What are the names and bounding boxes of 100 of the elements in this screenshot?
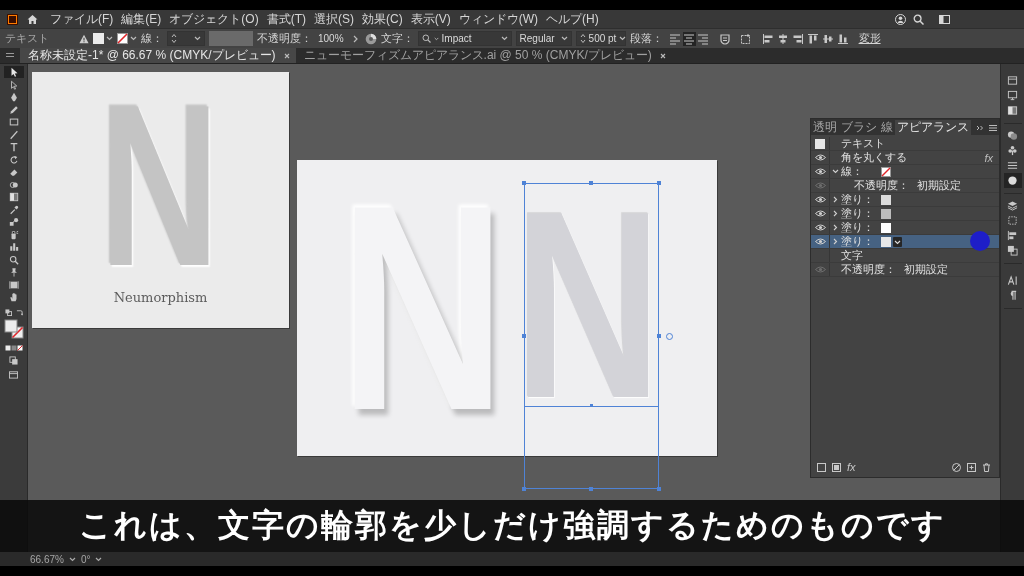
align-vertical-centers-icon[interactable] bbox=[821, 32, 834, 45]
stroke-color-button[interactable] bbox=[117, 32, 137, 45]
menu-icon[interactable] bbox=[989, 125, 997, 131]
resize-handle[interactable] bbox=[657, 181, 661, 185]
eye-icon[interactable] bbox=[814, 224, 826, 231]
close-icon[interactable] bbox=[283, 52, 290, 59]
paragraph-align-button[interactable] bbox=[696, 31, 710, 46]
color-mode-icon[interactable] bbox=[4, 344, 23, 351]
align-bottom-edges-icon[interactable] bbox=[836, 32, 849, 45]
trash-icon[interactable] bbox=[982, 462, 991, 472]
menu-item[interactable]: 編集(E) bbox=[121, 11, 162, 27]
square-outline-icon[interactable] bbox=[817, 462, 826, 472]
appearance-row[interactable]: 線： bbox=[811, 165, 999, 179]
disclosure-chevron-icon[interactable] bbox=[833, 238, 838, 245]
shield-icon[interactable] bbox=[718, 32, 731, 45]
disclosure-chevron-icon[interactable] bbox=[832, 169, 839, 174]
menu-item[interactable]: 選択(S) bbox=[314, 11, 354, 27]
filled-square-icon[interactable] bbox=[832, 462, 841, 472]
fill-swatch-icon[interactable] bbox=[881, 208, 891, 219]
fill-swatch-icon[interactable] bbox=[881, 222, 891, 233]
frame-icon[interactable] bbox=[739, 32, 752, 45]
eye-icon[interactable] bbox=[814, 210, 826, 217]
appearance-row[interactable]: 不透明度： 初期設定 bbox=[811, 179, 999, 193]
panel-tab[interactable]: ブラシ bbox=[839, 120, 879, 135]
effect-fx-button[interactable]: fx bbox=[984, 151, 993, 164]
appearance-row[interactable]: テキスト bbox=[811, 137, 999, 151]
transform-link[interactable]: 変形 bbox=[858, 31, 881, 46]
fill-and-stroke-icon[interactable] bbox=[3, 318, 24, 339]
attribute-value[interactable]: 初期設定 bbox=[904, 262, 948, 277]
eye-icon[interactable] bbox=[814, 168, 826, 175]
screen-mode-icon[interactable] bbox=[9, 369, 18, 379]
caret-icon[interactable] bbox=[68, 556, 76, 562]
caret-icon[interactable] bbox=[95, 556, 103, 562]
dock-button[interactable] bbox=[1003, 173, 1022, 188]
color-wheel-icon[interactable] bbox=[364, 32, 377, 45]
attribute-value[interactable]: 初期設定 bbox=[917, 178, 961, 193]
resize-handle[interactable] bbox=[589, 181, 593, 185]
resize-handle[interactable] bbox=[589, 487, 593, 491]
warning-icon[interactable] bbox=[79, 33, 89, 44]
menu-item[interactable]: ウィンドウ(W) bbox=[458, 11, 538, 27]
resize-handle[interactable] bbox=[657, 334, 661, 338]
appearance-row[interactable]: 塗り： bbox=[811, 235, 999, 249]
align-left-edges-icon[interactable] bbox=[761, 32, 774, 45]
align-top-edges-icon[interactable] bbox=[806, 32, 819, 45]
fill-swatch-icon[interactable] bbox=[881, 194, 891, 205]
panel-grip-icon[interactable] bbox=[6, 53, 14, 57]
disclosure-chevron-icon[interactable] bbox=[833, 224, 838, 231]
close-icon[interactable] bbox=[659, 52, 666, 59]
duplicate-icon[interactable] bbox=[967, 462, 976, 472]
menu-item[interactable]: 効果(C) bbox=[362, 11, 403, 27]
paragraph-align-button[interactable] bbox=[668, 31, 682, 46]
align-horizontal-centers-icon[interactable] bbox=[776, 32, 789, 45]
resize-handle[interactable] bbox=[522, 181, 526, 185]
zoom-level[interactable]: 66.67% bbox=[30, 553, 64, 565]
menu-item[interactable]: 表示(V) bbox=[410, 11, 451, 27]
rotation-angle[interactable]: 0° bbox=[80, 553, 91, 565]
stroke-weight-field[interactable] bbox=[167, 31, 205, 46]
resize-handle[interactable] bbox=[522, 334, 526, 338]
effect-name[interactable]: 角を丸くする bbox=[841, 150, 907, 165]
eye-icon[interactable] bbox=[814, 238, 826, 245]
clear-icon[interactable] bbox=[952, 462, 961, 472]
double-chevron-icon[interactable] bbox=[976, 125, 984, 131]
resize-handle[interactable] bbox=[522, 487, 526, 491]
fill-swatch-icon[interactable] bbox=[881, 236, 891, 247]
fill-color-button[interactable] bbox=[93, 32, 113, 45]
add-effect-button[interactable]: fx bbox=[847, 461, 856, 473]
font-size-field[interactable]: 500 pt bbox=[575, 31, 626, 46]
opacity-field[interactable]: 100% bbox=[316, 33, 346, 44]
menu-item[interactable]: ヘルプ(H) bbox=[546, 11, 599, 27]
panel-tab[interactable]: 透明 bbox=[811, 120, 839, 135]
swap-arrow-icon[interactable] bbox=[15, 308, 23, 316]
swatch-dropdown-icon[interactable] bbox=[893, 236, 902, 247]
align-right-edges-icon[interactable] bbox=[791, 32, 804, 45]
panel-tab[interactable]: 線 bbox=[879, 120, 895, 135]
eye-icon[interactable] bbox=[814, 196, 826, 203]
appearance-row[interactable]: 不透明度： 初期設定 bbox=[811, 263, 999, 277]
user-icon[interactable] bbox=[895, 13, 906, 25]
paragraph-align-button[interactable] bbox=[682, 31, 696, 46]
menu-item[interactable]: オブジェクト(O) bbox=[169, 11, 259, 27]
panel-tab[interactable]: アピアランス bbox=[895, 120, 971, 135]
search-icon[interactable] bbox=[913, 13, 924, 25]
eye-icon[interactable] bbox=[814, 154, 826, 161]
disclosure-chevron-icon[interactable] bbox=[833, 210, 838, 217]
font-style-field[interactable]: Regular bbox=[515, 31, 572, 46]
home-icon[interactable] bbox=[27, 13, 38, 25]
resize-handle[interactable] bbox=[657, 487, 661, 491]
appearance-row[interactable]: 角を丸くする fx bbox=[811, 151, 999, 165]
no-stroke-swatch-icon[interactable] bbox=[881, 166, 891, 177]
chevron-right-icon[interactable] bbox=[352, 34, 358, 43]
font-family-field[interactable]: Impact bbox=[417, 31, 512, 46]
disclosure-chevron-icon[interactable] bbox=[833, 196, 838, 203]
stroke-profile-field[interactable] bbox=[209, 31, 253, 46]
menu-item[interactable]: ファイル(F) bbox=[50, 11, 114, 27]
arrange-documents-icon[interactable] bbox=[939, 13, 950, 25]
appearance-row[interactable]: 塗り： bbox=[811, 193, 999, 207]
appearance-row[interactable]: 塗り： bbox=[811, 207, 999, 221]
tool-button[interactable] bbox=[3, 66, 24, 78]
draw-mode-icon[interactable] bbox=[9, 355, 18, 365]
menu-item[interactable]: 書式(T) bbox=[266, 11, 306, 27]
default-colors-icon[interactable] bbox=[4, 308, 12, 316]
